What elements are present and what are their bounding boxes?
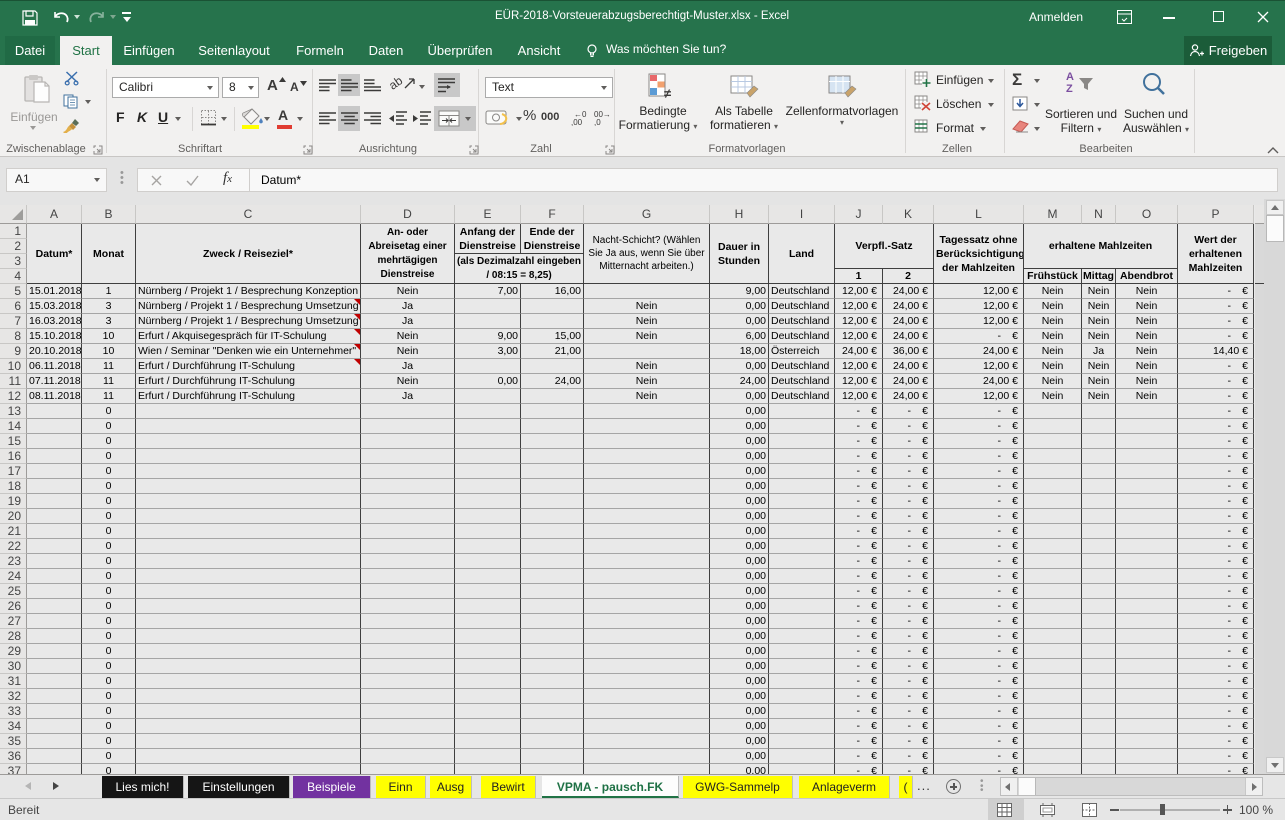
svg-text:,0: ,0 [594,118,601,126]
svg-text:≠: ≠ [664,86,671,100]
svg-text:,00: ,00 [571,118,583,126]
